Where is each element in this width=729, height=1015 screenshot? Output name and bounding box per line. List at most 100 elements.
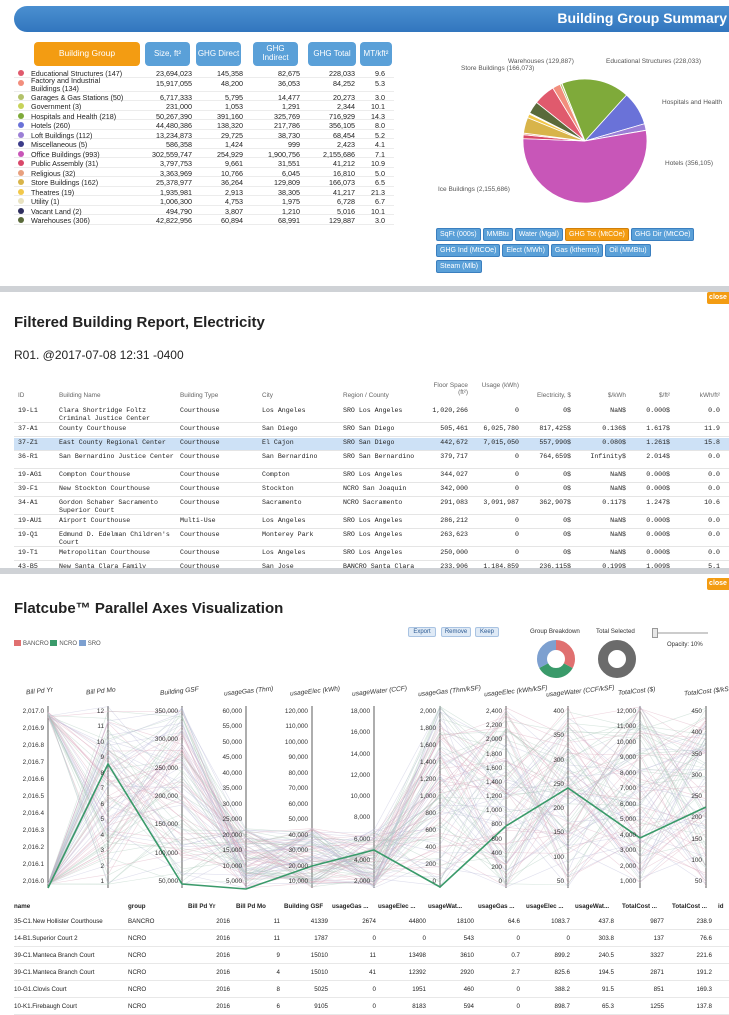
report-row[interactable]: 19-AU1 Airport Courthouse Multi-Use Los Ang… xyxy=(14,516,729,529)
group-row[interactable]: Hospitals and Health (218) 50,267,390 391,… xyxy=(14,111,394,121)
col-header-group[interactable]: Building Group xyxy=(34,42,140,66)
report-row[interactable]: 19-T1 Metropolitan Courthouse Courthouse Lo… xyxy=(14,548,729,561)
metric-mmbtu-button[interactable]: MMBtu xyxy=(482,228,513,241)
group-row[interactable]: Store Buildings (162) 25,378,977 36,264 129… xyxy=(14,177,394,187)
axis-tick-label: 5,000 xyxy=(620,816,636,824)
records-col-header[interactable]: usageGas ... xyxy=(478,903,514,910)
records-col-header[interactable]: usageWat... xyxy=(575,903,609,910)
report-cell: SRO San Diego xyxy=(343,425,395,432)
records-col-header[interactable]: usageElec ... xyxy=(378,903,416,910)
report-col-header[interactable]: Usage (kWh) xyxy=(477,382,519,389)
records-col-header[interactable]: TotalCost ... xyxy=(672,903,707,910)
records-row[interactable]: 35-C1.New Hollister Courthouse BANCRO 2016… xyxy=(14,915,729,930)
metric-ghg-tot-button[interactable]: GHG Tot (MtCOe) xyxy=(564,228,629,241)
records-cell: BANCRO xyxy=(128,918,155,925)
report-col-header[interactable]: Region / County xyxy=(343,392,389,399)
report-col-header[interactable]: $/kWh xyxy=(608,392,626,399)
metric-oil-button[interactable]: Oil (MMBtu) xyxy=(605,244,651,257)
metric-elect-button[interactable]: Elect (MWh) xyxy=(502,244,549,257)
metric-ghg-ind-button[interactable]: GHG Ind (MtCOe) xyxy=(436,244,501,257)
records-col-header[interactable]: usageGas ... xyxy=(332,903,368,910)
metric-steam-button[interactable]: Steam (Mlb) xyxy=(436,260,483,273)
records-col-header[interactable]: Bill Pd Mo xyxy=(236,903,266,910)
group-row[interactable]: Religious (32) 3,363,969 10,766 6,045 16,810… xyxy=(14,168,394,178)
records-cell: 12392 xyxy=(408,969,426,976)
report-col-header[interactable]: kWh/ft² xyxy=(700,392,720,399)
records-cell: 3610 xyxy=(460,952,474,959)
report-row[interactable]: 19-L1 Clara Shortridge Foltz Criminal Jus… xyxy=(14,406,729,423)
opacity-slider[interactable] xyxy=(652,632,708,634)
records-row[interactable]: 39-C1.Manteca Branch Court NCRO 2016 4 15010… xyxy=(14,966,729,981)
group-row[interactable]: Vacant Land (2) 494,790 3,807 1,210 5,016 10.… xyxy=(14,206,394,216)
summary-title-bar: Building Group Summary xyxy=(14,6,729,32)
keep-button[interactable]: Keep xyxy=(475,627,499,637)
report-close-button[interactable]: close xyxy=(707,292,729,304)
axis-tick-label: 2,016.4 xyxy=(22,810,44,817)
remove-button[interactable]: Remove xyxy=(441,627,471,637)
records-col-header[interactable]: name xyxy=(14,903,30,910)
group-row[interactable]: Factory and Industrial Buildings (134) 15… xyxy=(14,76,394,92)
group-row[interactable]: Theatres (19) 1,935,981 2,913 38,305 41,217 2… xyxy=(14,187,394,197)
records-col-header[interactable]: usageWat... xyxy=(428,903,462,910)
report-col-header[interactable]: Electricity, $ xyxy=(537,392,571,399)
records-col-header[interactable]: group xyxy=(128,903,146,910)
axis-tick-label: 110,000 xyxy=(285,723,308,731)
report-col-header[interactable]: ID xyxy=(18,392,24,399)
opacity-slider-handle[interactable] xyxy=(652,628,658,638)
group-row[interactable]: Miscellaneous (5) 586,358 1,424 999 2,423 4.1 xyxy=(14,139,394,149)
records-col-header[interactable]: id xyxy=(718,903,724,910)
legend-ncro[interactable]: NCRO xyxy=(50,640,77,647)
group-row[interactable]: Loft Buildings (112) 13,234,873 29,725 38,7… xyxy=(14,130,394,140)
export-button[interactable]: Export xyxy=(408,627,436,637)
col-header-ghg-total[interactable]: GHG Total xyxy=(308,42,356,66)
group-row[interactable]: Hotels (260) 44,480,386 138,320 217,786 356,… xyxy=(14,120,394,130)
group-row[interactable]: Garages & Gas Stations (50) 6,717,333 5,79… xyxy=(14,92,394,102)
records-row[interactable]: 14-B1.Superior Court 2 NCRO 2016 11 1787 0 0 54… xyxy=(14,932,729,947)
records-col-header[interactable]: Building GSF xyxy=(284,903,323,910)
report-row[interactable]: 36-R1 San Bernardino Justice Center Courth… xyxy=(14,452,729,469)
group-row[interactable]: Warehouses (306) 42,822,956 60,894 68,991 12… xyxy=(14,215,394,225)
report-row[interactable]: 39-F1 New Stockton Courthouse Courthouse St… xyxy=(14,484,729,497)
metric-sqft-button[interactable]: SqFt (000s) xyxy=(436,228,481,241)
report-col-header[interactable]: City xyxy=(262,392,273,399)
metric-water-button[interactable]: Water (Mgal) xyxy=(514,228,563,241)
records-col-header[interactable]: usageElec ... xyxy=(526,903,564,910)
pie-slice[interactable] xyxy=(522,129,648,204)
records-row[interactable]: 10-K1.Firebaugh Court NCRO 2016 6 9105 0 8183 5… xyxy=(14,1000,729,1015)
report-col-header[interactable]: Building Type xyxy=(180,392,218,399)
records-row[interactable]: 10-G1.Clovis Court NCRO 2016 8 5025 0 1951 460 0… xyxy=(14,983,729,998)
report-row[interactable]: 19-Q1 Edmund D. Edelman Children's Court C… xyxy=(14,530,729,547)
legend-bancro[interactable]: BANCRO xyxy=(14,640,49,647)
report-row[interactable]: 34-A1 Gordon Schaber Sacramento Superior … xyxy=(14,498,729,515)
group-row[interactable]: Utility (1) 1,006,300 4,753 1,975 6,728 6.7 xyxy=(14,196,394,206)
report-cell: 291,083 xyxy=(440,499,468,506)
group-row[interactable]: Public Assembly (31) 3,797,753 9,661 31,551… xyxy=(14,158,394,168)
parallel-close-button[interactable]: close xyxy=(707,578,729,590)
ghg-pie-chart[interactable] xyxy=(520,76,650,206)
records-cell: 10-K1.Firebaugh Court xyxy=(14,1003,77,1010)
col-header-ghg-direct[interactable]: GHG Direct xyxy=(196,42,241,66)
records-col-header[interactable]: Bill Pd Yr xyxy=(188,903,215,910)
metric-gas-button[interactable]: Gas (ktherms) xyxy=(550,244,604,257)
report-col-header[interactable]: Building Name xyxy=(59,392,101,399)
report-row[interactable]: 37-Z1 East County Regional Center Courthou… xyxy=(14,438,729,451)
total-selected-donut[interactable] xyxy=(596,638,638,680)
report-col-header[interactable]: Floor Space (ft²) xyxy=(426,382,468,396)
col-header-ghg-indirect[interactable]: GHG Indirect xyxy=(253,42,298,66)
report-row[interactable]: 19-AG1 Compton Courthouse Courthouse Compto… xyxy=(14,470,729,483)
records-cell: 137 xyxy=(653,935,664,942)
report-row[interactable]: 37-A1 County Courthouse Courthouse San Dieg… xyxy=(14,424,729,437)
records-col-header[interactable]: TotalCost ... xyxy=(622,903,657,910)
group-breakdown-donut[interactable] xyxy=(535,638,577,680)
axis-tick-label: 2,016.8 xyxy=(22,742,44,749)
report-col-header[interactable]: $/ft² xyxy=(659,392,670,399)
legend-sro[interactable]: SRO xyxy=(78,640,101,647)
metric-ghg-dir-button[interactable]: GHG Dir (MtCOe) xyxy=(630,228,695,241)
records-row[interactable]: 39-C1.Manteca Branch Court NCRO 2016 9 15010… xyxy=(14,949,729,964)
col-header-mt-kft[interactable]: MT/kft² xyxy=(360,42,392,66)
group-row[interactable]: Office Buildings (993) 302,559,747 254,929… xyxy=(14,149,394,159)
axis-tick-label: 9,000 xyxy=(620,754,636,762)
col-header-size[interactable]: Size, ft² xyxy=(145,42,190,66)
axis-tick-label: 5,000 xyxy=(226,878,242,885)
group-row[interactable]: Government (3) 231,000 1,053 1,291 2,344 10.1 xyxy=(14,101,394,111)
